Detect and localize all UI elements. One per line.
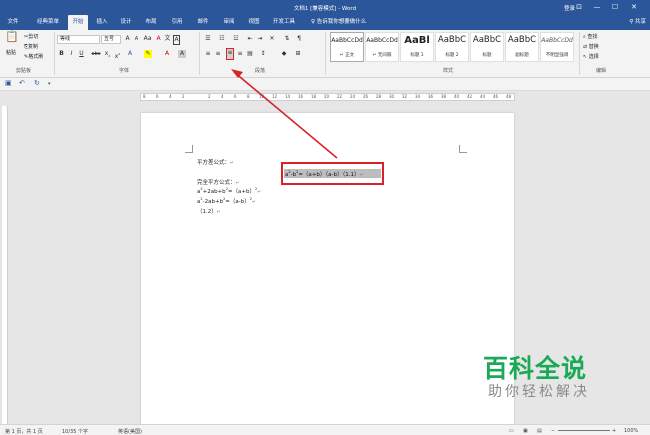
page-count[interactable]: 第 1 页，共 1 页 [5,428,43,435]
watermark-title: 百科全说 [483,354,588,383]
zoom-in-icon[interactable]: + [612,428,616,434]
word-count[interactable]: 10/35 个字 [62,428,88,435]
print-layout-icon[interactable]: ▣ [523,428,528,434]
web-layout-icon[interactable]: ▤ [537,428,542,434]
zoom-level[interactable]: 100% [624,428,638,434]
vertical-scrollbar[interactable] [640,91,650,424]
status-bar: 第 1 页，共 1 页 10/35 个字 英语(美国) ▭ ▣ ▤ − + 10… [0,424,650,435]
read-mode-icon[interactable]: ▭ [509,428,514,434]
watermark-subtitle: 助你轻松解决 [488,384,590,400]
zoom-slider[interactable] [558,430,610,431]
zoom-out-icon[interactable]: − [551,428,555,434]
word-window: 文档1 [兼容模式] - Word 登录 ⊡ — ☐ ✕ 文件 经典菜单 开始 … [0,0,650,435]
language[interactable]: 英语(美国) [118,428,142,435]
